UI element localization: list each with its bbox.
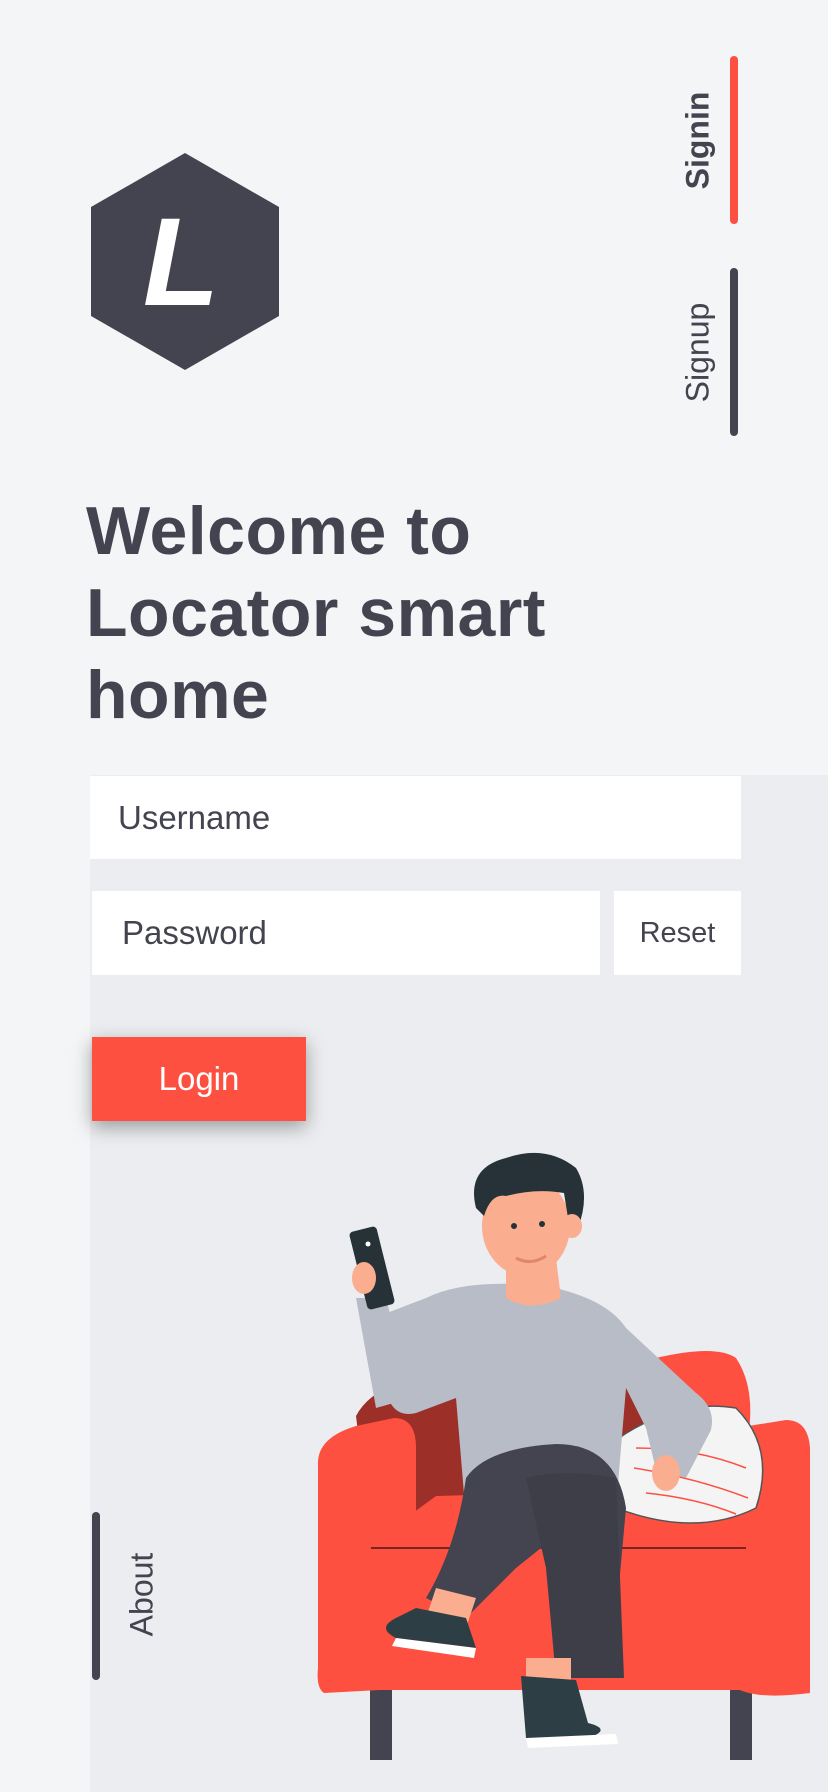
tab-about-label: About (123, 1552, 160, 1637)
logo-hexagon-icon: L (91, 153, 279, 370)
tab-signup[interactable]: Signup (678, 268, 738, 436)
password-input[interactable] (92, 891, 600, 975)
username-input[interactable] (90, 776, 741, 859)
reset-button[interactable]: Reset (614, 891, 741, 975)
tab-signin-label: Signin (679, 91, 716, 189)
tab-about-indicator (92, 1512, 100, 1680)
login-button[interactable]: Login (92, 1037, 306, 1121)
man-on-armchair-illustration (317, 1152, 810, 1760)
tab-signin[interactable]: Signin (678, 56, 738, 224)
tab-signup-indicator (730, 268, 738, 436)
tab-signup-label: Signup (679, 302, 716, 402)
tab-about[interactable]: About (92, 1512, 172, 1680)
tab-signin-indicator (730, 56, 738, 224)
page-title: Welcome to Locator smart home (86, 493, 546, 733)
logo-letter: L (143, 193, 219, 332)
